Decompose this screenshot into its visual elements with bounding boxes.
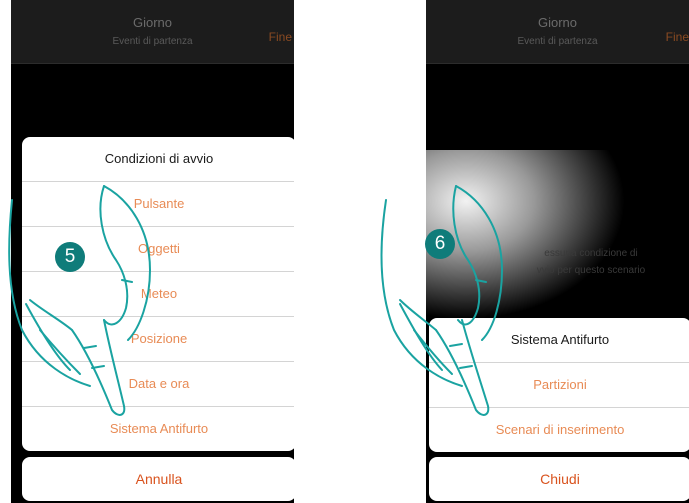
sheet-title: Condizioni di avvio: [22, 137, 294, 182]
fine-button[interactable]: Fine: [269, 30, 292, 44]
fine-button[interactable]: Fine: [666, 30, 689, 44]
screen-title: Giorno: [132, 15, 173, 30]
screen-title: Giorno: [537, 15, 578, 30]
top-bar: Giorno Eventi di partenza Fine: [11, 0, 294, 64]
cancel-button[interactable]: Annulla: [22, 457, 294, 501]
pointing-hand-icon: [8, 185, 151, 416]
screen-subtitle: Eventi di partenza: [517, 36, 598, 47]
top-bar: Giorno Eventi di partenza Fine: [426, 0, 689, 64]
screen-subtitle: Eventi di partenza: [112, 36, 193, 47]
pointing-hand-icon: [380, 185, 503, 416]
close-button[interactable]: Chiudi: [429, 457, 689, 501]
